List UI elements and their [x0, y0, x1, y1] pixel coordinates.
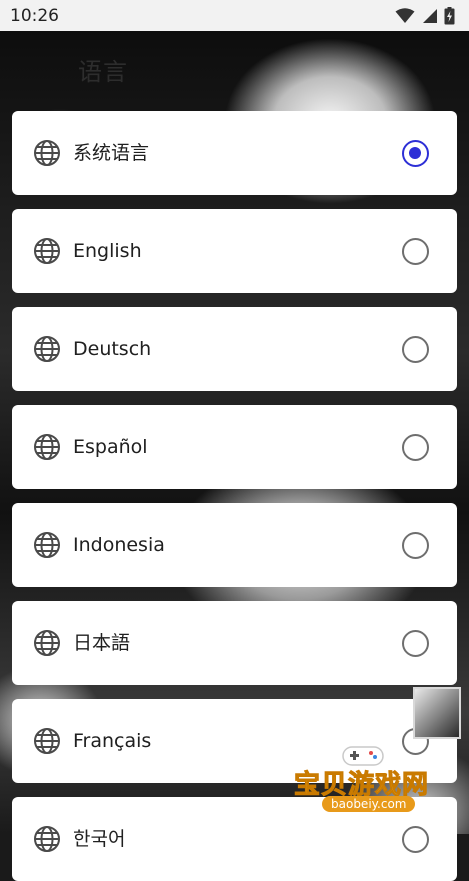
- language-item-espanol[interactable]: Español: [12, 405, 457, 489]
- language-label: Indonesia: [73, 534, 165, 556]
- language-item-system[interactable]: 系统语言: [12, 111, 457, 195]
- globe-icon: [34, 532, 60, 558]
- status-bar: 10:26: [0, 0, 469, 31]
- globe-icon: [34, 434, 60, 460]
- floating-thumbnail[interactable]: [413, 687, 461, 739]
- page-title: 语言: [78, 58, 128, 86]
- status-time: 10:26: [10, 5, 59, 26]
- battery-icon: [444, 6, 455, 24]
- globe-icon: [34, 336, 60, 362]
- radio-unselected-icon[interactable]: [402, 336, 429, 363]
- radio-unselected-icon[interactable]: [402, 826, 429, 853]
- watermark-url: baobeiy.com: [322, 796, 416, 812]
- language-label: 系统语言: [73, 142, 150, 164]
- watermark-logo: 宝贝游戏网 baobeiy.com: [292, 742, 440, 830]
- language-label: 한국어: [73, 828, 126, 850]
- wifi-icon: [395, 7, 415, 23]
- radio-unselected-icon[interactable]: [402, 434, 429, 461]
- globe-icon: [34, 630, 60, 656]
- globe-icon: [34, 728, 60, 754]
- language-item-japanese[interactable]: 日本語: [12, 601, 457, 685]
- radio-unselected-icon[interactable]: [402, 238, 429, 265]
- language-item-deutsch[interactable]: Deutsch: [12, 307, 457, 391]
- radio-selected-icon[interactable]: [402, 140, 429, 167]
- radio-unselected-icon[interactable]: [402, 630, 429, 657]
- globe-icon: [34, 238, 60, 264]
- language-label: Español: [73, 436, 148, 458]
- language-label: Français: [73, 730, 152, 752]
- cellular-signal-icon: [423, 8, 437, 23]
- language-item-indonesia[interactable]: Indonesia: [12, 503, 457, 587]
- radio-unselected-icon[interactable]: [402, 532, 429, 559]
- globe-icon: [34, 826, 60, 852]
- status-icons: [395, 6, 455, 25]
- language-item-english[interactable]: English: [12, 209, 457, 293]
- language-label: Deutsch: [73, 338, 152, 360]
- language-label: English: [73, 240, 142, 262]
- language-label: 日本語: [73, 632, 131, 654]
- globe-icon: [34, 140, 60, 166]
